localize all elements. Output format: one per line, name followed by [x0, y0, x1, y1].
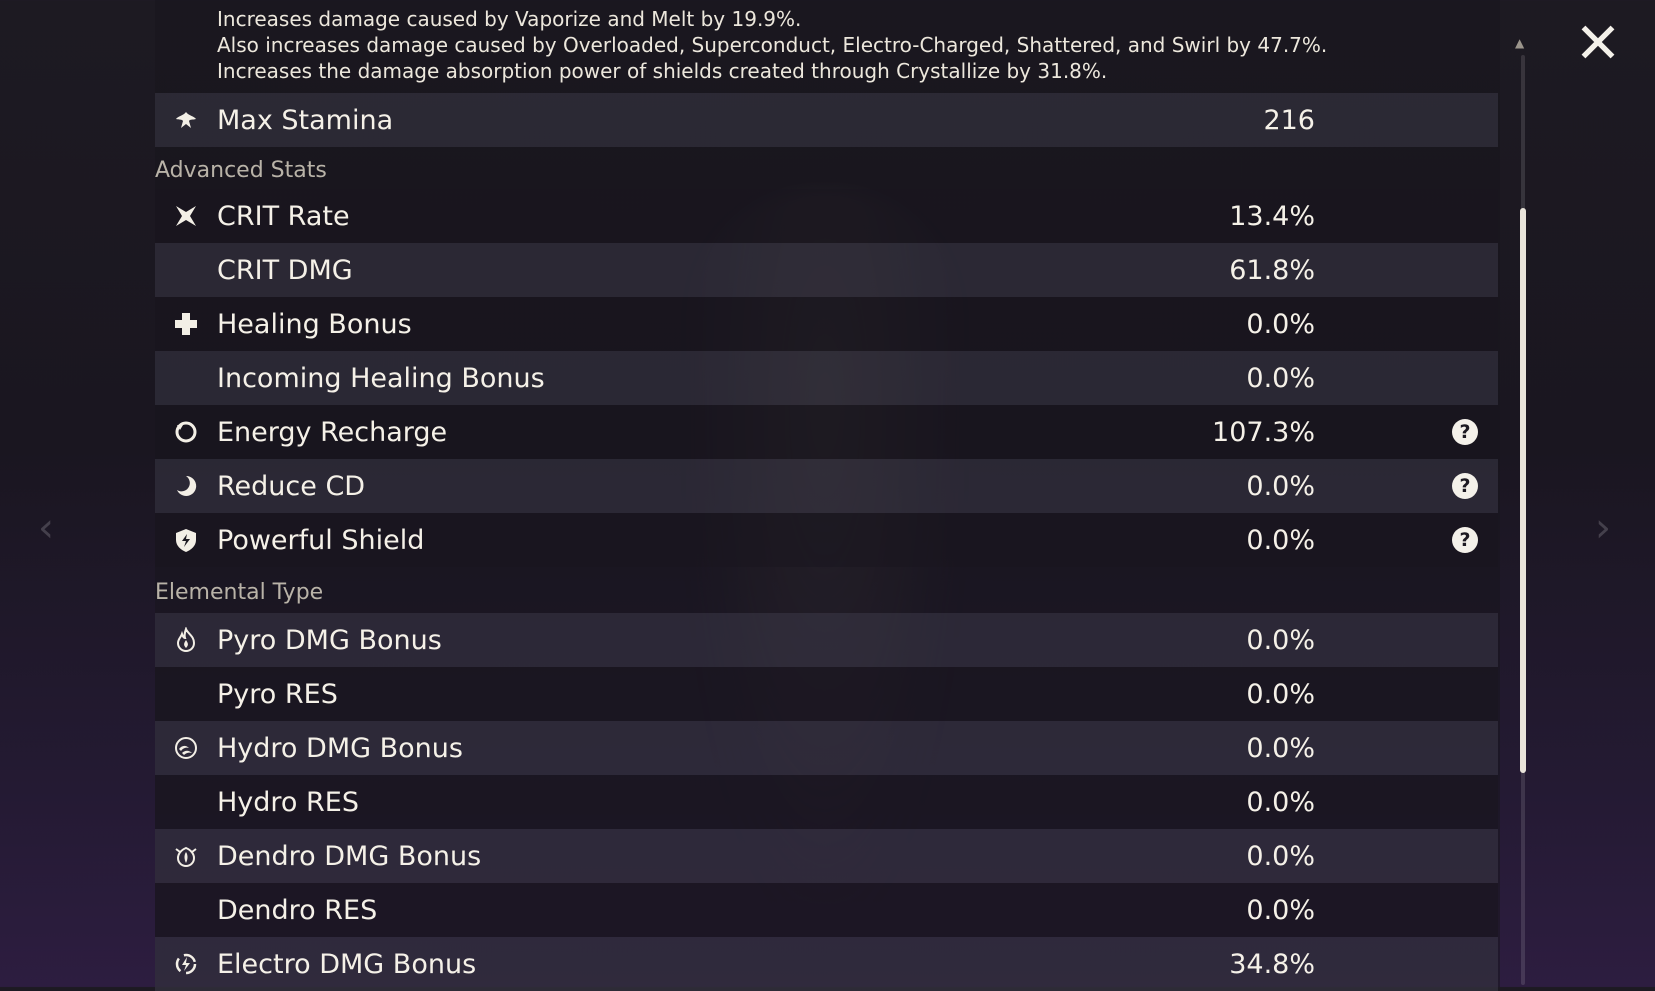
crit-rate-icon	[155, 203, 217, 229]
stat-value: 107.3%	[1212, 416, 1315, 448]
stat-row-powerful-shield: Powerful Shield 0.0% ?	[155, 513, 1498, 567]
stat-value: 0.0%	[1246, 470, 1315, 502]
stat-label: Energy Recharge	[217, 416, 448, 448]
stat-value: 0.0%	[1246, 678, 1315, 710]
stat-label: Incoming Healing Bonus	[217, 362, 545, 394]
stat-label: Reduce CD	[217, 470, 366, 502]
next-arrow-icon: ›	[1595, 505, 1611, 551]
energy-recharge-icon	[155, 419, 217, 445]
stat-label: Pyro DMG Bonus	[217, 624, 442, 656]
stat-value: 0.0%	[1246, 362, 1315, 394]
stat-value: 61.8%	[1229, 254, 1315, 286]
stat-row-hydro-dmg-bonus: Hydro DMG Bonus 0.0%	[155, 721, 1498, 775]
stat-value: 0.0%	[1246, 524, 1315, 556]
description-line: Increases damage caused by Vaporize and …	[217, 7, 802, 31]
help-icon[interactable]: ?	[1452, 473, 1478, 499]
close-icon	[1581, 25, 1615, 59]
stat-label: CRIT Rate	[217, 200, 350, 232]
stat-row-pyro-res: Pyro RES 0.0%	[155, 667, 1498, 721]
stat-label: Healing Bonus	[217, 308, 412, 340]
stat-value: 34.8%	[1229, 948, 1315, 980]
stat-label: Hydro DMG Bonus	[217, 732, 463, 764]
stat-row-crit-dmg: CRIT DMG 61.8%	[155, 243, 1498, 297]
healing-icon	[155, 311, 217, 337]
stat-value: 0.0%	[1246, 624, 1315, 656]
stat-label: Dendro DMG Bonus	[217, 840, 482, 872]
stat-label: Hydro RES	[217, 786, 359, 818]
stat-label: Dendro RES	[217, 894, 378, 926]
stat-row-dendro-res: Dendro RES 0.0%	[155, 883, 1498, 937]
stat-row-hydro-res: Hydro RES 0.0%	[155, 775, 1498, 829]
pyro-icon	[155, 627, 217, 653]
stat-label: CRIT DMG	[217, 254, 353, 286]
stat-label: Max Stamina	[217, 104, 394, 136]
stat-row-reduce-cd: Reduce CD 0.0% ?	[155, 459, 1498, 513]
help-icon[interactable]: ?	[1452, 527, 1478, 553]
scroll-up-arrow-icon[interactable]: ▲	[1515, 36, 1524, 50]
scrollbar-thumb[interactable]	[1520, 208, 1526, 773]
stat-row-max-stamina: Max Stamina 216	[155, 93, 1498, 147]
stat-value: 0.0%	[1246, 732, 1315, 764]
stat-row-incoming-healing-bonus: Incoming Healing Bonus 0.0%	[155, 351, 1498, 405]
stat-value: 0.0%	[1246, 894, 1315, 926]
stat-row-crit-rate: CRIT Rate 13.4%	[155, 189, 1498, 243]
stat-value: 0.0%	[1246, 786, 1315, 818]
help-icon[interactable]: ?	[1452, 419, 1478, 445]
stat-value: 216	[1263, 104, 1315, 136]
description-line: Increases the damage absorption power of…	[217, 59, 1108, 83]
stat-value: 0.0%	[1246, 308, 1315, 340]
close-button[interactable]	[1578, 22, 1618, 62]
section-advanced-stats: Advanced Stats	[155, 158, 327, 183]
stat-row-energy-recharge: Energy Recharge 107.3% ?	[155, 405, 1498, 459]
elemental-mastery-description: Increases damage caused by Vaporize and …	[217, 6, 1467, 84]
stat-row-pyro-dmg-bonus: Pyro DMG Bonus 0.0%	[155, 613, 1498, 667]
stat-row-dendro-dmg-bonus: Dendro DMG Bonus 0.0%	[155, 829, 1498, 883]
electro-icon	[155, 951, 217, 977]
stat-value: 13.4%	[1229, 200, 1315, 232]
stat-value: 0.0%	[1246, 840, 1315, 872]
stat-label: Electro DMG Bonus	[217, 948, 477, 980]
dendro-icon	[155, 843, 217, 869]
description-line: Also increases damage caused by Overload…	[217, 33, 1328, 57]
section-elemental-type: Elemental Type	[155, 580, 324, 605]
cooldown-icon	[155, 473, 217, 499]
previous-arrow-icon: ‹	[38, 505, 54, 551]
stat-row-electro-dmg-bonus: Electro DMG Bonus 34.8%	[155, 937, 1498, 991]
shield-icon	[155, 527, 217, 553]
stat-row-healing-bonus: Healing Bonus 0.0%	[155, 297, 1498, 351]
hydro-icon	[155, 735, 217, 761]
stat-label: Pyro RES	[217, 678, 338, 710]
stamina-icon	[155, 107, 217, 133]
stat-label: Powerful Shield	[217, 524, 425, 556]
